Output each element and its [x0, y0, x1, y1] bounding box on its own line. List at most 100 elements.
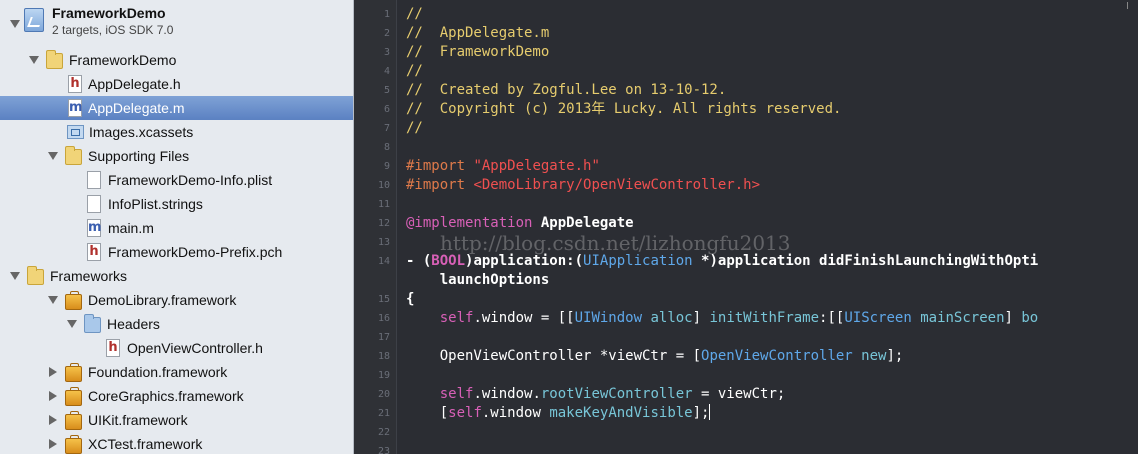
group-row-frameworkdemo[interactable]: FrameworkDemo	[0, 48, 353, 72]
line-number: 4	[383, 66, 390, 77]
type-token: OpenViewController	[701, 348, 853, 364]
line-number: 5	[383, 85, 390, 96]
line-number: 12	[377, 218, 390, 229]
folder-icon	[65, 146, 82, 165]
framework-icon	[65, 363, 82, 382]
code-line: //	[406, 6, 423, 22]
code-line: #import "AppDelegate.h"	[406, 157, 600, 175]
project-row[interactable]: FrameworkDemo 2 targets, iOS SDK 7.0	[0, 4, 353, 42]
disclosure-open-icon[interactable]	[48, 152, 58, 160]
project-subtitle: 2 targets, iOS SDK 7.0	[52, 23, 174, 37]
code-token: .window = [[	[473, 310, 575, 326]
disclosure-open-icon[interactable]	[10, 272, 20, 280]
file-row-appdelegate-h[interactable]: h AppDelegate.h	[0, 72, 353, 96]
line-number: 13	[377, 237, 390, 248]
line-number: 16	[377, 313, 390, 324]
file-row-infoplist-strings[interactable]: InfoPlist.strings	[0, 192, 353, 216]
property-token: rootViewController	[540, 386, 693, 402]
method-token: new	[852, 348, 887, 364]
preprocessor-token: #import	[406, 158, 474, 174]
line-number: 17	[377, 332, 390, 343]
disclosure-open-icon[interactable]	[29, 56, 39, 64]
item-label: main.m	[108, 220, 154, 236]
framework-row-foundation[interactable]: Foundation.framework	[0, 360, 353, 384]
code-token: *)application didFinishLaunchingWithOpti	[692, 253, 1039, 269]
code-line: self.window.rootViewController = viewCtr…	[406, 385, 786, 403]
file-row-openviewcontroller-h[interactable]: h OpenViewController.h	[0, 336, 353, 360]
code-token: ]	[692, 310, 710, 326]
self-token: self	[439, 386, 474, 402]
code-line: // Copyright (c) 2013年 Lucky. All rights…	[406, 101, 842, 117]
line-number: 11	[377, 199, 390, 210]
line-number: 10	[377, 180, 390, 191]
code-token: = viewCtr;	[692, 386, 786, 402]
file-type-glyph: h	[70, 76, 80, 91]
item-label: AppDelegate.h	[88, 76, 181, 92]
line-number: 9	[383, 161, 390, 172]
line-number: 14	[377, 256, 390, 267]
framework-row-xctest[interactable]: XCTest.framework	[0, 432, 353, 454]
file-row-info-plist[interactable]: FrameworkDemo-Info.plist	[0, 168, 353, 192]
disclosure-open-icon[interactable]	[10, 20, 20, 28]
item-label: Images.xcassets	[89, 124, 194, 140]
disclosure-closed-icon[interactable]	[49, 439, 57, 449]
header-file-icon: h	[106, 339, 120, 357]
string-token: <DemoLibrary/OpenViewController.h>	[473, 177, 761, 193]
code-line: OpenViewController *viewCtr = [OpenViewC…	[406, 347, 904, 365]
code-line: self.window = [[UIWindow alloc] initWith…	[406, 309, 1039, 327]
code-line: [self.window makeKeyAndVisible];	[406, 404, 711, 422]
item-label: CoreGraphics.framework	[88, 388, 244, 404]
code-token: [	[406, 405, 449, 421]
file-row-appdelegate-m[interactable]: m AppDelegate.m	[0, 96, 353, 120]
item-label: AppDelegate.m	[88, 100, 185, 116]
framework-icon	[65, 435, 82, 454]
framework-row-coregraphics[interactable]: CoreGraphics.framework	[0, 384, 353, 408]
method-token: bo	[1021, 310, 1039, 326]
file-type-glyph: h	[89, 244, 99, 259]
file-row-images-xcassets[interactable]: Images.xcassets	[0, 120, 353, 144]
line-number: 23	[377, 446, 390, 454]
folder-icon	[46, 50, 63, 69]
disclosure-open-icon[interactable]	[48, 296, 58, 304]
source-editor[interactable]: 1 2 3 4 5 6 7 8 9 10 11 12 13 14 15 16 1…	[354, 0, 1138, 454]
type-token: UIApplication	[583, 253, 693, 269]
item-label: Supporting Files	[88, 148, 190, 164]
strings-file-icon	[87, 195, 101, 213]
project-navigator: FrameworkDemo 2 targets, iOS SDK 7.0 Fra…	[0, 0, 354, 454]
file-row-prefix-pch[interactable]: h FrameworkDemo-Prefix.pch	[0, 240, 353, 264]
scroll-indicator[interactable]	[1127, 2, 1128, 9]
type-token: UIScreen	[844, 310, 912, 326]
disclosure-closed-icon[interactable]	[49, 391, 57, 401]
framework-row-uikit[interactable]: UIKit.framework	[0, 408, 353, 432]
framework-icon	[65, 291, 82, 310]
xcode-window: FrameworkDemo 2 targets, iOS SDK 7.0 Fra…	[0, 0, 1138, 454]
group-row-frameworks[interactable]: Frameworks	[0, 264, 353, 288]
file-type-glyph: h	[108, 340, 118, 355]
code-token: :[[	[819, 310, 845, 326]
keyword-token: @implementation	[406, 215, 533, 231]
disclosure-closed-icon[interactable]	[49, 367, 57, 377]
source-file-icon: m	[68, 99, 83, 117]
identifier-token: AppDelegate	[532, 215, 634, 231]
source-file-icon: m	[87, 219, 102, 237]
disclosure-open-icon[interactable]	[67, 320, 77, 328]
disclosure-closed-icon[interactable]	[49, 415, 57, 425]
line-number: 22	[377, 427, 390, 438]
self-token: self	[448, 405, 482, 421]
file-row-main-m[interactable]: m main.m	[0, 216, 353, 240]
preprocessor-token: #import	[406, 177, 474, 193]
line-number: 18	[377, 351, 390, 362]
xcode-project-icon	[24, 8, 44, 32]
line-number: 6	[383, 104, 390, 115]
code-token: .window	[481, 405, 550, 421]
line-number: 20	[377, 389, 390, 400]
group-row-supporting-files[interactable]: Supporting Files	[0, 144, 353, 168]
line-number: 1	[383, 9, 390, 20]
group-row-headers[interactable]: Headers	[0, 312, 353, 336]
method-token: mainScreen	[911, 310, 1005, 326]
item-label: Frameworks	[50, 268, 128, 284]
framework-row-demolibrary[interactable]: DemoLibrary.framework	[0, 288, 353, 312]
item-label: DemoLibrary.framework	[88, 292, 237, 308]
line-number: 3	[383, 47, 390, 58]
